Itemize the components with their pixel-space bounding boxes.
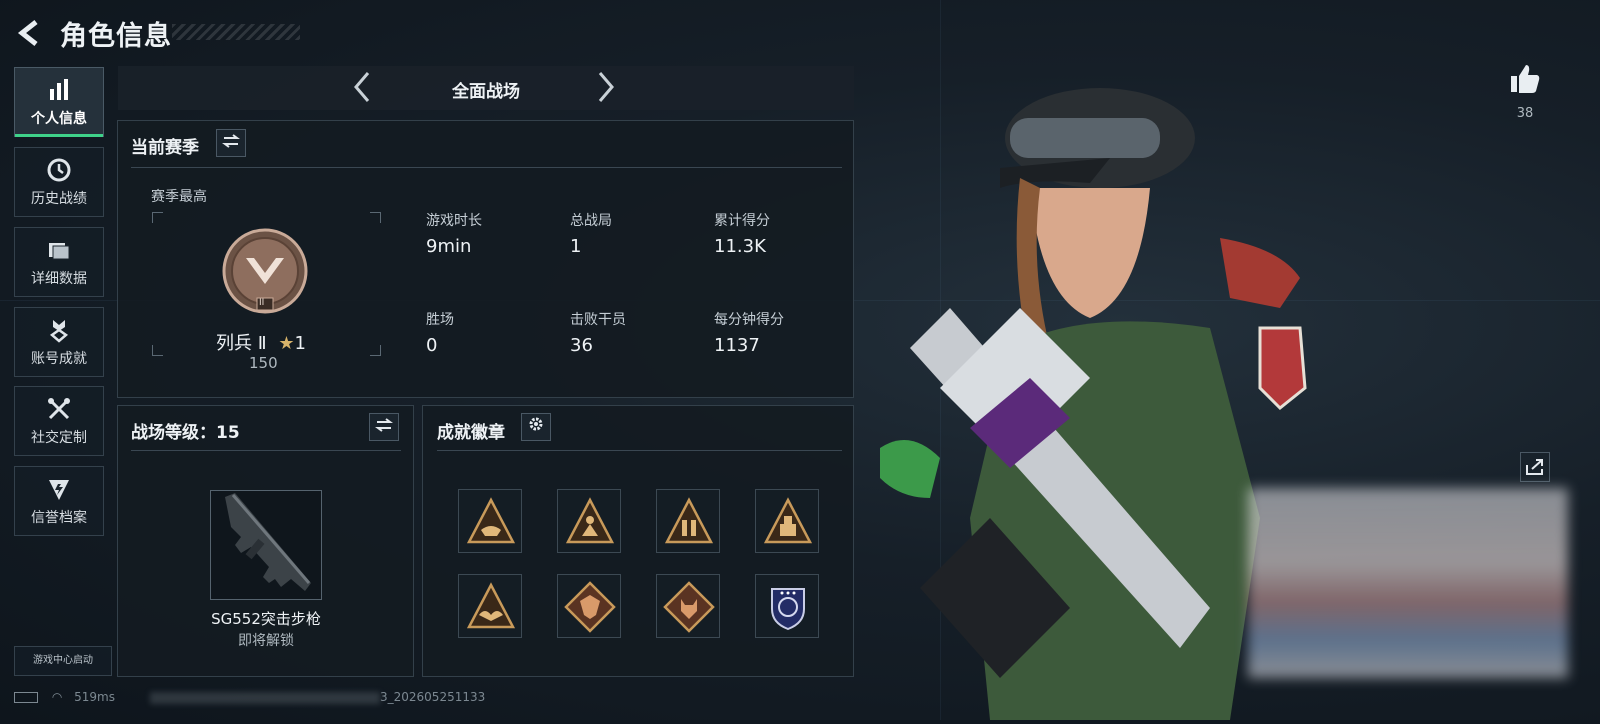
shield-icon [49,480,69,500]
rank-badge-icon: II [222,228,308,314]
frame-corner [370,345,381,356]
stat-label: 每分钟得分 [714,312,784,328]
build-id: 3_202605251133 [380,690,486,704]
triangle-badge-icon [763,497,813,544]
season-best-label: 赛季最高 [151,189,207,205]
sidebar-item-label: 个人信息 [31,111,87,127]
battery-icon [14,692,38,703]
like-button[interactable] [1508,62,1542,96]
divider [437,450,842,451]
sidebar-item-label: 信誉档案 [31,510,87,526]
stat-label: 累计得分 [714,213,770,229]
folder-icon [49,243,70,260]
badge-dragon-diamond[interactable] [557,574,621,638]
sidebar-item-detail-data[interactable]: 详细数据 [14,227,104,297]
badge-building-triangle[interactable] [755,489,819,553]
sidebar-item-history[interactable]: 历史战绩 [14,147,104,217]
achievement-icon [49,320,69,343]
page-title: 角色信息 [60,21,172,52]
stat-label: 总战局 [570,213,612,229]
status-bar: ◠ 519ms [14,690,115,704]
tools-icon [48,398,70,420]
back-button[interactable] [16,18,46,48]
gear-icon [529,417,543,431]
wifi-icon: ◠ [51,690,63,704]
weapon-reward-card[interactable] [210,490,322,600]
frame-corner [152,345,163,356]
divider [131,450,401,451]
stat-label: 胜场 [426,312,454,328]
sidebar-item-label: 历史战绩 [31,191,87,207]
triangle-badge-icon [466,582,516,629]
frame-corner [370,212,381,223]
stat-label: 游戏时长 [426,213,482,229]
chevron-right-icon [598,72,614,102]
rank-points: 150 [249,354,278,372]
sidebar-item-label: 社交定制 [31,430,87,446]
sidebar-item-social[interactable]: 社交定制 [14,386,104,456]
triangle-badge-icon [565,497,615,544]
stat-value: 36 [570,335,593,356]
mode-next-button[interactable] [596,70,616,111]
blurred-overlay [1248,488,1568,678]
badge-wings-triangle[interactable] [458,574,522,638]
triangle-badge-icon [664,497,714,544]
badge-soldiers-triangle[interactable] [656,489,720,553]
diamond-badge-icon [564,581,616,633]
sidebar-item-label: 详细数据 [31,271,87,287]
diamond-badge-icon [663,581,715,633]
back-arrow-icon [17,20,38,46]
sidebar-item-personal-info[interactable]: 个人信息 [14,67,104,137]
season-title: 当前赛季 [131,138,199,158]
game-center-button[interactable]: 游戏中心启动 [14,646,112,676]
weapon-status: 即将解锁 [238,633,294,649]
rank-name: 列兵 Ⅱ [216,333,267,354]
like-count: 38 [1516,106,1534,121]
blurred-text [150,692,380,704]
frame-corner [152,212,163,223]
title-decoration [172,24,300,40]
share-icon [1526,459,1543,475]
stat-value: 11.3K [714,236,766,257]
badge-wolf-diamond[interactable] [656,574,720,638]
divider [131,167,842,168]
rank-stars: 1 [294,333,306,354]
badges-title: 成就徽章 [437,423,505,443]
weapon-name: SG552突击步枪 [211,610,321,628]
badge-police-shield[interactable] [755,574,819,638]
stat-value: 9min [426,236,472,257]
star-icon: ★ [278,333,295,354]
stat-value: 1 [570,236,582,257]
swap-icon [222,134,240,148]
rank-badge-numeral: II [259,298,265,308]
battlefield-switch-button[interactable] [369,413,399,441]
sidebar-item-credit[interactable]: 信誉档案 [14,466,104,536]
triangle-badge-icon [466,497,516,544]
bar-chart-icon [50,79,68,100]
badge-figure-triangle[interactable] [557,489,621,553]
stat-value: 0 [426,335,438,356]
sidebar-item-achievements[interactable]: 账号成就 [14,307,104,377]
rank-line: 列兵 Ⅱ ★1 [216,329,306,355]
badges-settings-button[interactable] [521,413,551,441]
ping-value: 519ms [74,690,115,704]
game-center-label: 游戏中心启动 [33,655,93,666]
thumbs-up-icon [1511,65,1540,93]
stat-value: 1137 [714,335,760,356]
season-switch-button[interactable] [216,129,246,157]
badge-hand-triangle[interactable] [458,489,522,553]
share-button[interactable] [1520,452,1550,482]
sidebar-item-label: 账号成就 [31,351,87,367]
mode-label: 全面战场 [452,82,520,102]
mode-selector: 全面战场 [118,66,854,110]
stat-label: 击败干员 [570,312,626,328]
swap-icon [375,418,393,432]
rifle-icon [225,493,311,591]
battlefield-level-title: 战场等级：15 [131,423,240,443]
clock-icon [47,158,71,182]
police-shield-badge-icon [771,588,805,631]
